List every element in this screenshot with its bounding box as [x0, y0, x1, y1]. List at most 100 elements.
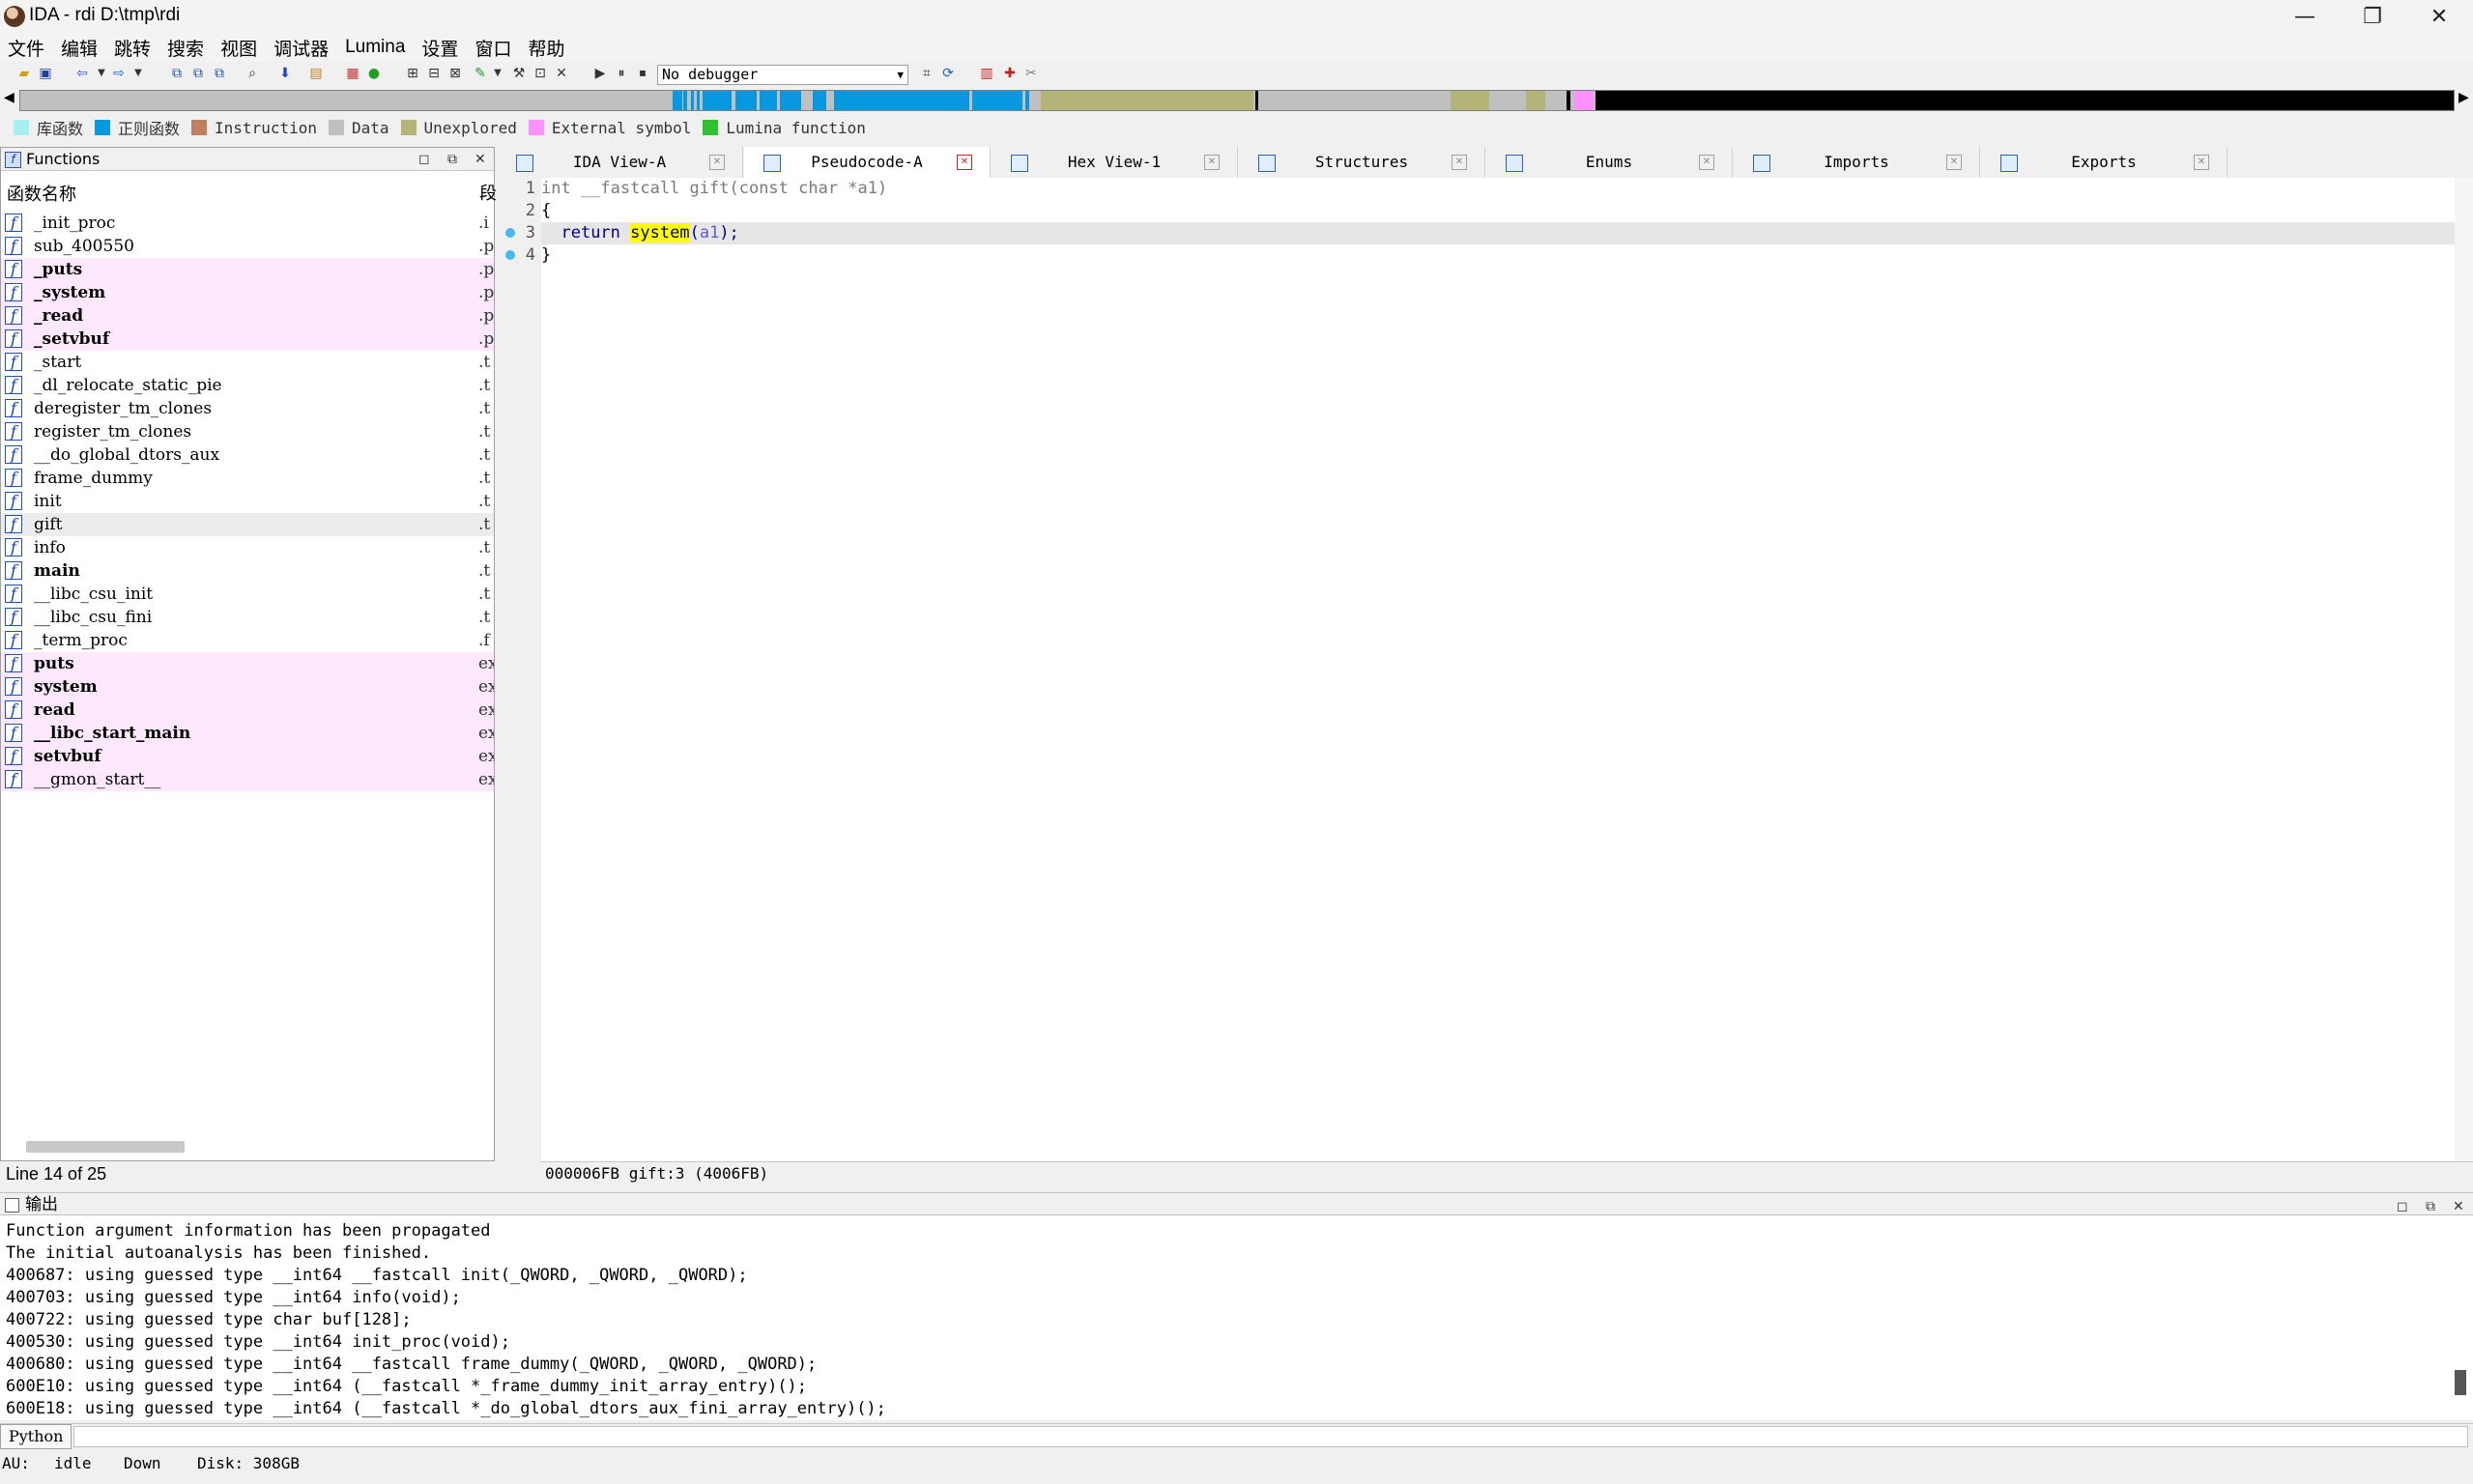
function-row[interactable]: f __do_global_dtors_aux .t — [1, 443, 494, 467]
code-line-2[interactable]: { — [541, 200, 2473, 222]
tab-close-icon[interactable]: ✕ — [2194, 155, 2209, 170]
code-line-4[interactable]: } — [541, 244, 2473, 267]
back-dropdown-icon[interactable]: ▼ — [93, 65, 110, 82]
function-row[interactable]: f frame_dummy .t — [1, 467, 494, 490]
breakpoint-dot-icon[interactable] — [505, 228, 515, 238]
breakpoint-dot-icon[interactable] — [505, 250, 515, 260]
debug-attach-icon[interactable]: ⌗ — [918, 65, 935, 82]
output-window[interactable]: Function argument information has been p… — [0, 1215, 2473, 1420]
function-row[interactable]: f system ex — [1, 675, 494, 699]
argument-a1[interactable]: a1 — [700, 223, 719, 243]
code-line-1[interactable]: int __fastcall gift(const char *a1) — [541, 178, 2473, 200]
tool-icon-2[interactable]: ⊡ — [532, 65, 549, 82]
refresh-icon[interactable]: ⟳ — [939, 65, 957, 82]
function-row[interactable]: f gift .t — [1, 513, 494, 536]
panel-close-icon[interactable]: ✕ — [474, 148, 486, 171]
function-row[interactable]: f init .t — [1, 490, 494, 513]
tab-pseudocode-a[interactable]: Pseudocode-A ✕ — [744, 147, 991, 178]
function-row[interactable]: f _puts .p — [1, 258, 494, 281]
forward-dropdown-icon[interactable]: ▼ — [129, 65, 147, 82]
function-row[interactable]: f __gmon_start__ ex — [1, 768, 494, 791]
function-row[interactable]: f _read .p — [1, 304, 494, 328]
function-row[interactable]: f main .t — [1, 559, 494, 583]
function-row[interactable]: f _system .p — [1, 281, 494, 304]
panel-float-icon[interactable]: ⧉ — [447, 148, 457, 171]
menu-debugger[interactable]: 调试器 — [273, 35, 329, 61]
column-header-segment[interactable]: 段 — [479, 181, 497, 208]
code-line-3[interactable]: return system(a1); — [541, 222, 2473, 244]
function-row[interactable]: f __libc_csu_fini .t — [1, 606, 494, 629]
tab-close-icon[interactable]: ✕ — [1946, 155, 1962, 170]
tab-close-icon[interactable]: ✕ — [1699, 155, 1714, 170]
signature-name[interactable]: gift — [690, 179, 730, 198]
breakpoint-list-icon[interactable]: ▥ — [978, 65, 995, 82]
back-icon[interactable]: ⇦ — [73, 65, 91, 82]
function-row[interactable]: f _start .t — [1, 351, 494, 374]
nav-left-arrow-icon[interactable]: ◀ — [4, 90, 14, 105]
tab-enums[interactable]: Enums ✕ — [1486, 147, 1733, 178]
tab-close-icon[interactable]: ✕ — [709, 155, 725, 170]
func-icon-1[interactable]: ⊞ — [404, 65, 421, 82]
pseudocode-view[interactable]: int __fastcall gift(const char *a1) { re… — [541, 178, 2473, 1161]
tool-icon-1[interactable]: ⚒ — [510, 65, 528, 82]
menu-view[interactable]: 视图 — [220, 35, 257, 61]
copy-icon[interactable]: ⧉ — [168, 65, 186, 82]
open-icon[interactable]: ▰ — [15, 65, 33, 82]
pin-dropdown-icon[interactable]: ▼ — [489, 65, 506, 82]
maximize-button[interactable]: ❐ — [2339, 0, 2406, 33]
function-row[interactable]: f __libc_csu_init .t — [1, 583, 494, 606]
menu-file[interactable]: 文件 — [8, 35, 44, 61]
panel-restore-icon[interactable]: ◻ — [418, 148, 430, 171]
copy3-icon[interactable]: ⧉ — [211, 65, 228, 82]
pause-icon[interactable]: ⏸ — [613, 65, 630, 82]
minimize-button[interactable]: — — [2271, 0, 2339, 33]
remove-breakpoint-icon[interactable]: ✂ — [1022, 65, 1040, 82]
code-vertical-scrollbar[interactable] — [2455, 178, 2473, 1161]
tab-ida-view-a[interactable]: IDA View-A ✕ — [497, 147, 743, 178]
function-row[interactable]: f puts ex — [1, 652, 494, 675]
copy2-icon[interactable]: ⧉ — [189, 65, 207, 82]
menu-edit[interactable]: 编辑 — [61, 35, 98, 61]
tab-structures[interactable]: Structures ✕ — [1239, 147, 1485, 178]
function-row[interactable]: f _dl_relocate_static_pie .t — [1, 374, 494, 397]
tab-close-icon[interactable]: ✕ — [957, 155, 972, 170]
tab-close-icon[interactable]: ✕ — [1452, 155, 1467, 170]
function-row[interactable]: f sub_400550 .p — [1, 235, 494, 258]
function-row[interactable]: f __libc_start_main ex — [1, 722, 494, 745]
add-breakpoint-icon[interactable]: ✚ — [1001, 65, 1019, 82]
save-icon[interactable]: ▣ — [37, 65, 54, 82]
function-row[interactable]: f setvbuf ex — [1, 745, 494, 768]
graph-icon[interactable]: ▦ — [344, 65, 361, 82]
func-icon-3[interactable]: ⊠ — [446, 65, 464, 82]
tab-imports[interactable]: Imports ✕ — [1734, 147, 1980, 178]
menu-help[interactable]: 帮助 — [528, 35, 564, 61]
navigation-band[interactable] — [19, 90, 2455, 111]
function-row[interactable]: f register_tm_clones .t — [1, 420, 494, 443]
tab-exports[interactable]: Exports ✕ — [1981, 147, 2228, 178]
function-row[interactable]: f _term_proc .f — [1, 629, 494, 652]
nav-right-arrow-icon[interactable]: ▶ — [2459, 90, 2469, 105]
output-scrollbar-thumb[interactable] — [2455, 1370, 2466, 1395]
python-command-input[interactable] — [73, 1426, 2468, 1447]
func-icon-2[interactable]: ⊟ — [425, 65, 443, 82]
menu-search[interactable]: 搜索 — [167, 35, 204, 61]
circle-green-icon[interactable]: ● — [365, 65, 383, 82]
forward-icon[interactable]: ⇨ — [110, 65, 128, 82]
find-icon[interactable]: ⌕ — [244, 65, 261, 82]
cross-icon[interactable]: ✕ — [553, 65, 570, 82]
pin-icon[interactable]: ✎ — [472, 65, 489, 82]
function-row[interactable]: f _setvbuf .p — [1, 328, 494, 351]
debugger-select[interactable]: No debugger ▼ — [657, 65, 908, 85]
function-row[interactable]: f info .t — [1, 536, 494, 559]
stop-icon[interactable]: ⏹ — [634, 65, 651, 82]
python-language-button[interactable]: Python — [0, 1424, 72, 1449]
tab-hex-view-1[interactable]: Hex View-1 ✕ — [992, 147, 1238, 178]
jump-down-icon[interactable]: ⬇ — [276, 65, 294, 82]
hex-icon[interactable]: ▤ — [307, 65, 325, 82]
tab-close-icon[interactable]: ✕ — [1204, 155, 1220, 170]
function-row[interactable]: f _init_proc .i — [1, 212, 494, 235]
system-call[interactable]: system — [630, 223, 690, 243]
menu-lumina[interactable]: Lumina — [345, 37, 405, 58]
horizontal-scrollbar[interactable] — [26, 1141, 185, 1153]
column-header-name[interactable]: 函数名称 — [1, 181, 494, 208]
